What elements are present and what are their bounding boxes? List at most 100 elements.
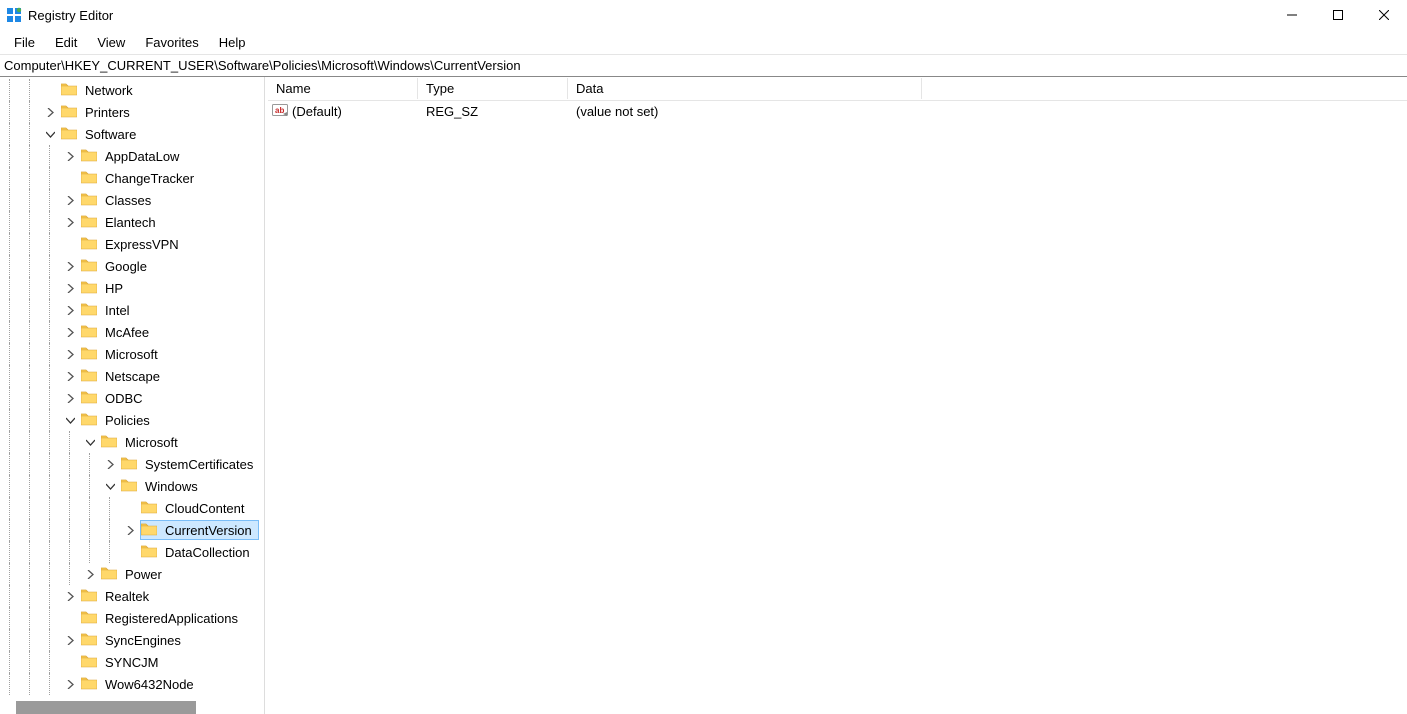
tree-item[interactable]: Windows [0,475,264,497]
tree-item[interactable]: Intel [0,299,264,321]
tree-item[interactable]: Printers [0,101,264,123]
folder-icon [121,478,141,495]
tree-label: Elantech [101,213,160,232]
folder-icon [81,368,101,385]
folder-icon [101,566,121,583]
address-bar[interactable] [4,58,1403,73]
tree-label: Printers [81,103,134,122]
chevron-right-icon[interactable] [60,255,80,277]
tree-item[interactable]: SYNCJM [0,651,264,673]
value-type: REG_SZ [418,104,568,119]
tree-label: Windows [141,477,202,496]
tree-item[interactable]: RegisteredApplications [0,607,264,629]
horizontal-scrollbar[interactable] [16,701,196,714]
tree-label: Intel [101,301,134,320]
tree-item[interactable]: Realtek [0,585,264,607]
tree-item[interactable]: DataCollection [0,541,264,563]
tree-item[interactable]: ODBC [0,387,264,409]
folder-icon [81,258,101,275]
column-header-type[interactable]: Type [418,78,568,99]
tree-label: Wow6432Node [101,675,198,694]
tree-label: AppDataLow [101,147,183,166]
chevron-right-icon[interactable] [60,299,80,321]
tree-item[interactable]: Microsoft [0,343,264,365]
chevron-right-icon[interactable] [60,277,80,299]
tree-scroll[interactable]: Network PrintersSoftware AppDataLowChangeT… [0,77,264,714]
folder-icon [141,500,161,517]
chevron-down-icon[interactable] [60,409,80,431]
minimize-button[interactable] [1269,0,1315,30]
menu-help[interactable]: Help [209,33,256,52]
tree-item[interactable]: McAfee [0,321,264,343]
chevron-right-icon[interactable] [60,145,80,167]
tree-label: SyncEngines [101,631,185,650]
chevron-right-icon[interactable] [60,321,80,343]
menu-edit[interactable]: Edit [45,33,87,52]
tree-item[interactable]: SyncEngines [0,629,264,651]
folder-icon [81,588,101,605]
tree-item[interactable]: Policies [0,409,264,431]
chevron-right-icon[interactable] [60,189,80,211]
folder-icon [81,170,101,187]
tree-label: SystemCertificates [141,455,257,474]
tree-label: Realtek [101,587,153,606]
tree-item[interactable]: Wow6432Node [0,673,264,695]
tree-item[interactable]: Microsoft [0,431,264,453]
tree-label: Classes [101,191,155,210]
tree-item[interactable]: Classes [0,189,264,211]
folder-icon [81,148,101,165]
folder-icon [81,214,101,231]
chevron-right-icon[interactable] [100,453,120,475]
value-data: (value not set) [568,104,1407,119]
chevron-right-icon[interactable] [120,519,140,541]
folder-icon [81,280,101,297]
chevron-right-icon[interactable] [80,563,100,585]
maximize-button[interactable] [1315,0,1361,30]
chevron-right-icon[interactable] [60,365,80,387]
regedit-icon [6,7,22,23]
chevron-right-icon[interactable] [60,387,80,409]
tree-item[interactable]: Network [0,79,264,101]
tree-label: CurrentVersion [161,521,256,540]
folder-icon [81,390,101,407]
tree-item[interactable]: ChangeTracker [0,167,264,189]
tree-item[interactable]: Google [0,255,264,277]
tree-label: ODBC [101,389,147,408]
menu-favorites[interactable]: Favorites [135,33,208,52]
column-header-data[interactable]: Data [568,78,922,99]
chevron-right-icon[interactable] [60,211,80,233]
column-header-name[interactable]: Name [268,78,418,99]
close-button[interactable] [1361,0,1407,30]
tree-item[interactable]: ExpressVPN [0,233,264,255]
tree-item[interactable]: SystemCertificates [0,453,264,475]
tree-item[interactable]: AppDataLow [0,145,264,167]
chevron-down-icon[interactable] [80,431,100,453]
menu-view[interactable]: View [87,33,135,52]
chevron-right-icon[interactable] [60,673,80,695]
menu-file[interactable]: File [4,33,45,52]
folder-icon [61,82,81,99]
chevron-right-icon[interactable] [60,629,80,651]
chevron-right-icon[interactable] [60,343,80,365]
tree-label: Google [101,257,151,276]
chevron-right-icon[interactable] [60,585,80,607]
value-row[interactable]: ab(Default)REG_SZ(value not set) [268,101,1407,121]
tree-item[interactable]: CurrentVersion [0,519,264,541]
tree-item[interactable]: Elantech [0,211,264,233]
chevron-down-icon[interactable] [40,123,60,145]
svg-text:ab: ab [275,106,284,115]
chevron-right-icon[interactable] [40,101,60,123]
values-list[interactable]: ab(Default)REG_SZ(value not set) [268,101,1407,714]
tree-item[interactable]: HP [0,277,264,299]
tree-label: McAfee [101,323,153,342]
chevron-down-icon[interactable] [100,475,120,497]
tree-item[interactable]: Power [0,563,264,585]
folder-icon [81,346,101,363]
folder-icon [81,236,101,253]
folder-icon [81,412,101,429]
expander-placeholder [40,79,60,101]
tree-item[interactable]: Software [0,123,264,145]
tree-item[interactable]: Netscape [0,365,264,387]
folder-icon [141,544,161,561]
tree-item[interactable]: CloudContent [0,497,264,519]
